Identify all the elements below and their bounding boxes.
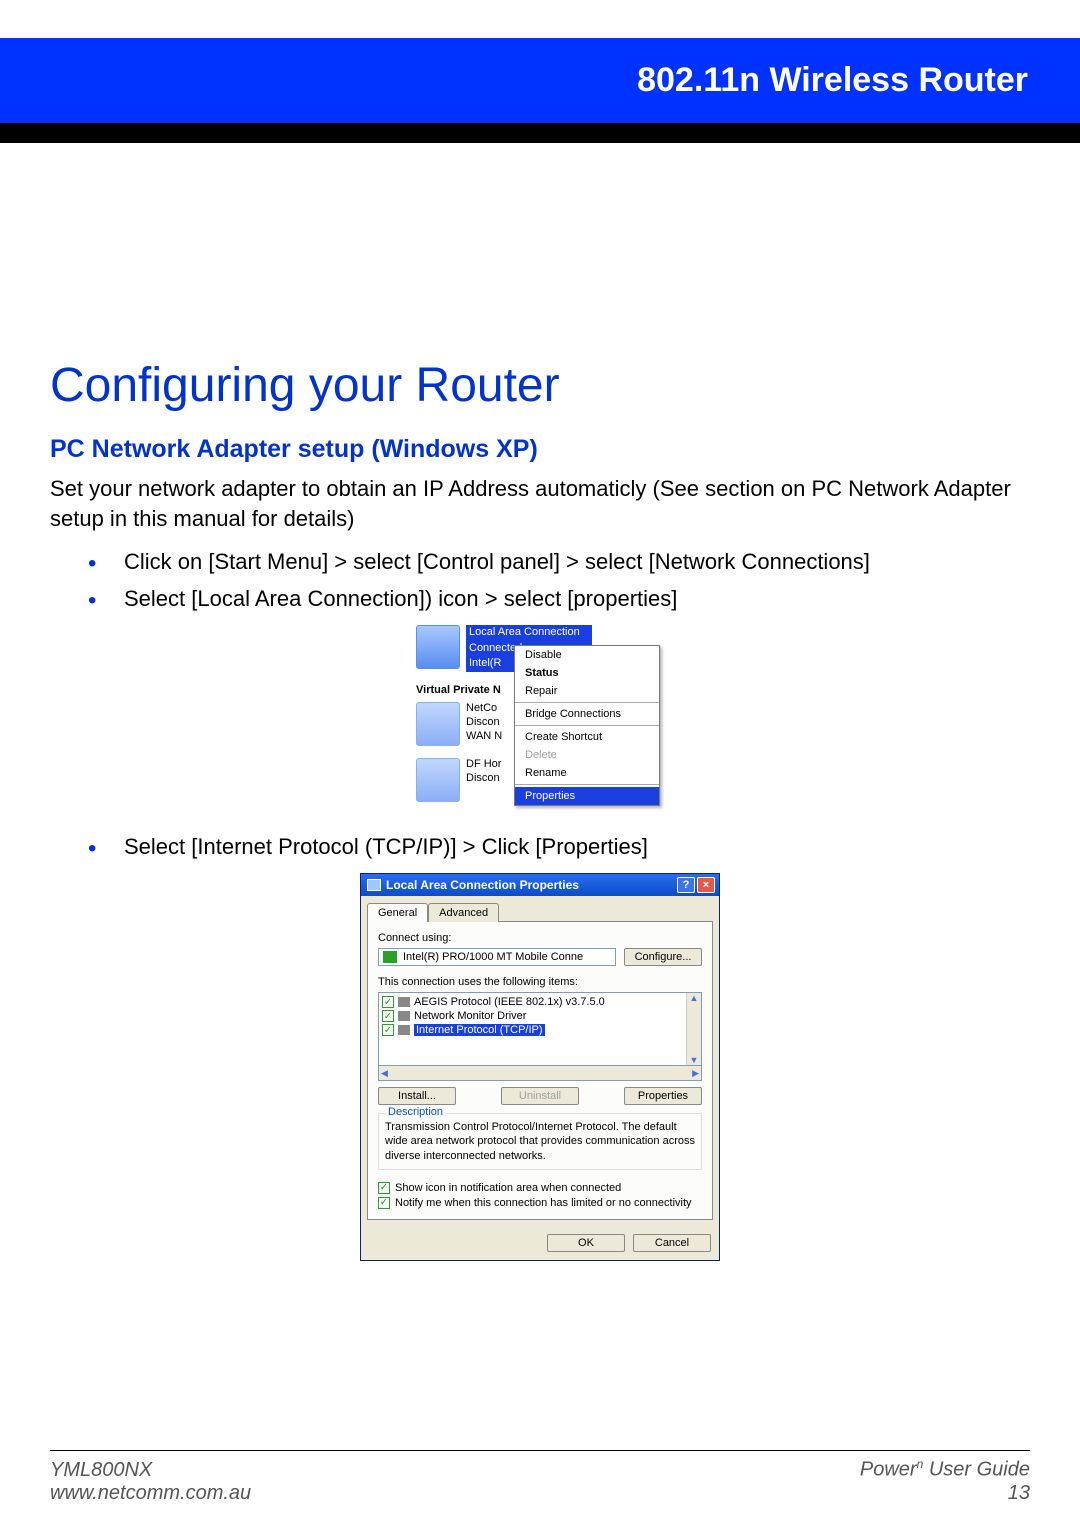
conn-label: Discon — [466, 772, 501, 786]
footer-url: www.netcomm.com.au — [50, 1482, 251, 1505]
checkbox-icon[interactable]: ✓ — [378, 1182, 390, 1194]
protocol-listbox[interactable]: ✓ AEGIS Protocol (IEEE 802.1x) v3.7.5.0 … — [378, 992, 702, 1066]
lac-title-line: Local Area Connection — [466, 625, 592, 641]
description-groupbox: Description Transmission Control Protoco… — [378, 1113, 702, 1170]
conn-label: Discon — [466, 716, 502, 730]
list-item[interactable]: ✓ Internet Protocol (TCP/IP) — [382, 1024, 685, 1036]
page-title: Configuring your Router — [50, 358, 1030, 413]
vertical-scrollbar[interactable]: ▲▼ — [686, 993, 701, 1065]
page-content: Configuring your Router PC Network Adapt… — [50, 358, 1030, 1279]
checkbox-icon[interactable]: ✓ — [382, 996, 394, 1008]
menu-separator — [515, 702, 659, 703]
menu-item-bridge[interactable]: Bridge Connections — [515, 705, 659, 723]
context-menu: Disable Status Repair Bridge Connections… — [514, 645, 660, 806]
horizontal-scrollbar[interactable]: ◀▶ — [378, 1066, 702, 1081]
menu-item-delete: Delete — [515, 746, 659, 764]
dialog-icon — [367, 879, 381, 891]
protocol-label: Network Monitor Driver — [414, 1010, 526, 1022]
connect-using-label: Connect using: — [378, 932, 702, 944]
footer-left: YML800NX www.netcomm.com.au — [50, 1459, 251, 1505]
list-item[interactable]: ✓ Network Monitor Driver — [382, 1010, 685, 1022]
context-menu-screenshot: Local Area Connection Connected Intel(R … — [416, 625, 664, 814]
checkbox-label: Show icon in notification area when conn… — [395, 1182, 621, 1194]
network-connection-icon — [416, 625, 460, 669]
scroll-right-icon[interactable]: ▶ — [692, 1068, 699, 1079]
adapter-field: Intel(R) PRO/1000 MT Mobile Conne — [378, 948, 616, 966]
intro-paragraph: Set your network adapter to obtain an IP… — [50, 474, 1030, 533]
tab-strip: General Advanced — [361, 896, 719, 921]
scroll-down-icon[interactable]: ▼ — [690, 1055, 699, 1065]
install-button[interactable]: Install... — [378, 1087, 456, 1105]
menu-item-repair[interactable]: Repair — [515, 682, 659, 700]
conn-label: DF Hor — [466, 758, 501, 772]
conn-label: WAN N — [466, 730, 502, 744]
menu-item-disable[interactable]: Disable — [515, 646, 659, 664]
instruction-item: Select [Local Area Connection]) icon > s… — [88, 584, 1030, 615]
checkbox-row[interactable]: ✓ Show icon in notification area when co… — [378, 1182, 702, 1194]
footer-brand: Power — [860, 1459, 917, 1481]
properties-button[interactable]: Properties — [624, 1087, 702, 1105]
dialog-button-bar: OK Cancel — [361, 1226, 719, 1260]
header-blue-bar: 802.11n Wireless Router — [0, 38, 1080, 123]
protocol-label: AEGIS Protocol (IEEE 802.1x) v3.7.5.0 — [414, 996, 605, 1008]
description-legend: Description — [385, 1106, 446, 1118]
scroll-left-icon[interactable]: ◀ — [381, 1068, 388, 1079]
menu-separator — [515, 784, 659, 785]
checkbox-row[interactable]: ✓ Notify me when this connection has lim… — [378, 1197, 702, 1209]
footer-guide: User Guide — [923, 1459, 1030, 1481]
ok-button[interactable]: OK — [547, 1234, 625, 1252]
menu-item-rename[interactable]: Rename — [515, 764, 659, 782]
product-line: 802.11n Wireless Router — [637, 61, 1028, 100]
checkbox-label: Notify me when this connection has limit… — [395, 1197, 692, 1209]
cancel-button[interactable]: Cancel — [633, 1234, 711, 1252]
checkbox-icon[interactable]: ✓ — [382, 1010, 394, 1022]
dialog-titlebar: Local Area Connection Properties ? × — [361, 874, 719, 896]
page-number: 13 — [860, 1482, 1030, 1505]
menu-separator — [515, 725, 659, 726]
instruction-list-2: Select [Internet Protocol (TCP/IP)] > Cl… — [88, 832, 1030, 863]
nic-icon — [383, 951, 397, 963]
footer-right: Powern User Guide 13 — [860, 1457, 1030, 1505]
help-button[interactable]: ? — [677, 877, 695, 893]
protocol-icon — [398, 1025, 410, 1035]
description-text: Transmission Control Protocol/Internet P… — [385, 1120, 695, 1163]
tab-panel: Connect using: Intel(R) PRO/1000 MT Mobi… — [367, 921, 713, 1220]
uninstall-button: Uninstall — [501, 1087, 579, 1105]
figure-2-wrap: Local Area Connection Properties ? × Gen… — [50, 873, 1030, 1261]
list-item[interactable]: ✓ AEGIS Protocol (IEEE 802.1x) v3.7.5.0 — [382, 996, 685, 1008]
section-heading: PC Network Adapter setup (Windows XP) — [50, 435, 1030, 464]
network-connection-icon — [416, 758, 460, 802]
page-footer: YML800NX www.netcomm.com.au Powern User … — [50, 1450, 1030, 1505]
items-label: This connection uses the following items… — [378, 976, 702, 988]
footer-model: YML800NX — [50, 1459, 251, 1482]
footer-guide-line: Powern User Guide — [860, 1457, 1030, 1482]
menu-item-properties[interactable]: Properties — [515, 787, 659, 805]
lac-properties-dialog: Local Area Connection Properties ? × Gen… — [360, 873, 720, 1261]
instruction-item: Click on [Start Menu] > select [Control … — [88, 547, 1030, 578]
instruction-list-1: Click on [Start Menu] > select [Control … — [88, 547, 1030, 615]
configure-button[interactable]: Configure... — [624, 948, 702, 966]
protocol-icon — [398, 997, 410, 1007]
dialog-title: Local Area Connection Properties — [386, 878, 579, 892]
tab-advanced[interactable]: Advanced — [428, 903, 499, 922]
instruction-item: Select [Internet Protocol (TCP/IP)] > Cl… — [88, 832, 1030, 863]
figure-1-wrap: Local Area Connection Connected Intel(R … — [50, 625, 1030, 814]
protocol-icon — [398, 1011, 410, 1021]
conn-label: NetCo — [466, 702, 502, 716]
scroll-up-icon[interactable]: ▲ — [690, 993, 699, 1003]
close-button[interactable]: × — [697, 877, 715, 893]
network-connection-icon — [416, 702, 460, 746]
menu-item-shortcut[interactable]: Create Shortcut — [515, 728, 659, 746]
adapter-name: Intel(R) PRO/1000 MT Mobile Conne — [403, 951, 583, 963]
checkbox-icon[interactable]: ✓ — [378, 1197, 390, 1209]
menu-item-status[interactable]: Status — [515, 664, 659, 682]
protocol-label-selected: Internet Protocol (TCP/IP) — [414, 1024, 545, 1036]
checkbox-icon[interactable]: ✓ — [382, 1024, 394, 1036]
tab-general[interactable]: General — [367, 903, 428, 922]
